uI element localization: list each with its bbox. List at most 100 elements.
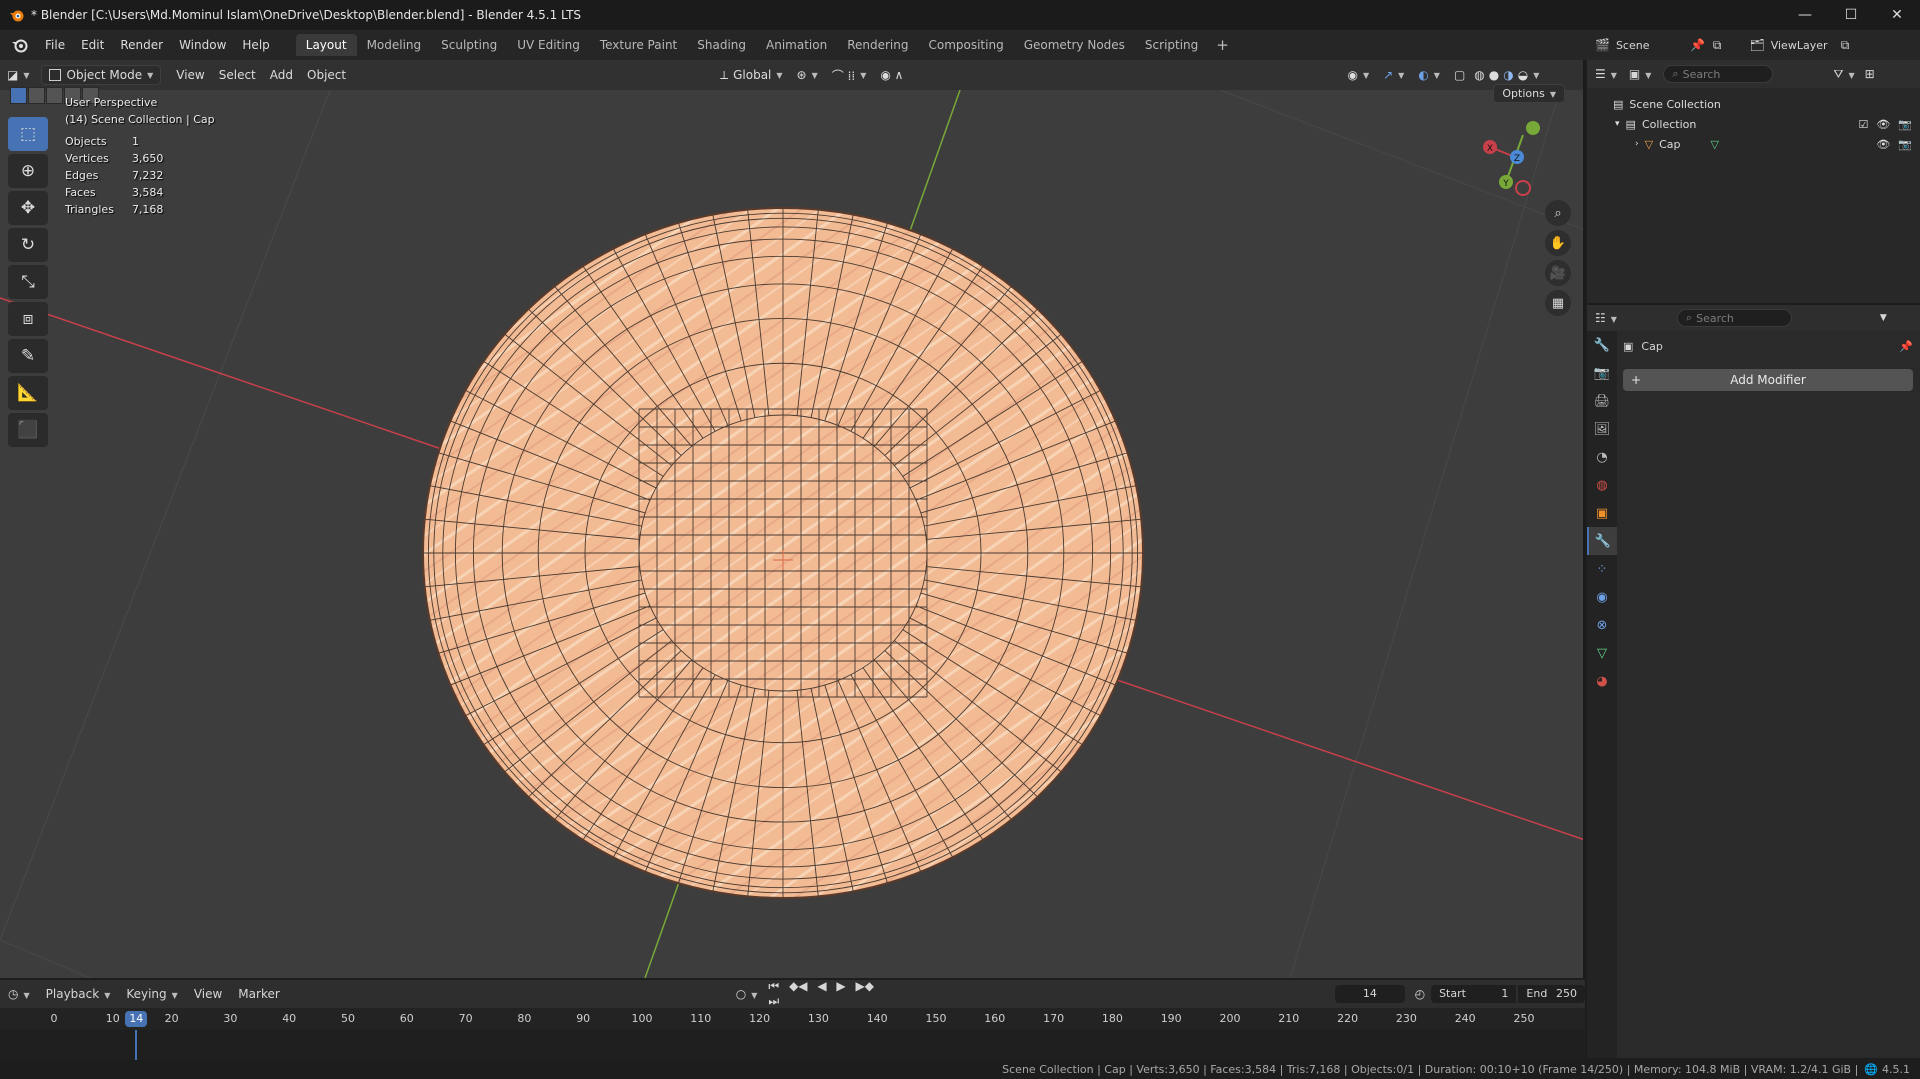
viewport-scene[interactable]: [0, 60, 1585, 978]
snap-icon[interactable]: ⌒ ⁞⁞ ▼: [825, 65, 874, 85]
rendered-shading-icon[interactable]: ◒ ▼: [1516, 65, 1542, 85]
solid-shading-icon[interactable]: ●: [1487, 65, 1501, 85]
prev-keyframe-icon[interactable]: ◆◀: [786, 979, 810, 993]
exclude-checkbox[interactable]: ☑: [1858, 118, 1868, 131]
current-frame-field[interactable]: 14: [1335, 985, 1405, 1003]
timeline-view-menu[interactable]: View: [186, 987, 230, 1001]
outliner-row-scene-collection[interactable]: ▤ Scene Collection: [1587, 94, 1920, 114]
object-tab-icon[interactable]: ▣: [1587, 499, 1617, 527]
camera-view-icon[interactable]: 🎥: [1545, 260, 1571, 286]
properties-editor-type-icon[interactable]: ☷ ▼: [1595, 311, 1617, 325]
display-mode-icon[interactable]: ▣ ▼: [1629, 67, 1652, 81]
outliner-editor-type-icon[interactable]: ☰ ▼: [1595, 67, 1617, 81]
tab-shading[interactable]: Shading: [687, 34, 756, 56]
output-tab-icon[interactable]: 🖨: [1587, 387, 1617, 415]
pin-scene-icon[interactable]: 📌: [1690, 38, 1705, 52]
mode-dropdown[interactable]: Object Mode ▼: [40, 65, 162, 85]
outliner-row-cap[interactable]: › ▽ Cap ▽ 👁 📷: [1587, 134, 1920, 154]
auto-keying-icon[interactable]: ○ ▼: [728, 987, 766, 1001]
visibility-eye-icon[interactable]: 👁: [1876, 118, 1890, 131]
tab-layout[interactable]: Layout: [295, 34, 357, 56]
start-frame-field[interactable]: Start 1: [1431, 985, 1517, 1003]
visibility-icon[interactable]: ◉ ▼: [1340, 65, 1376, 85]
add-workspace-button[interactable]: +: [1208, 36, 1237, 54]
material-shading-icon[interactable]: ◑: [1501, 65, 1515, 85]
filter-icon[interactable]: ⛛ ▼: [1833, 67, 1854, 82]
tab-animation[interactable]: Animation: [756, 34, 837, 56]
proportional-edit-icon[interactable]: ◉ ∧: [873, 65, 910, 85]
close-button[interactable]: ✕: [1874, 0, 1920, 30]
select-box-tool-icon[interactable]: ⬚: [8, 117, 48, 151]
editor-type-icon[interactable]: ◪ ▼: [0, 65, 37, 85]
menu-window[interactable]: Window: [171, 38, 234, 52]
tab-modeling[interactable]: Modeling: [357, 34, 432, 56]
mesh-data-icon[interactable]: ▽: [1710, 138, 1718, 151]
transform-tool-icon[interactable]: ⧈: [8, 302, 48, 336]
new-collection-icon[interactable]: ⊞: [1865, 67, 1875, 81]
preview-range-icon[interactable]: ◴: [1415, 987, 1425, 1001]
marker-menu[interactable]: Marker: [230, 987, 287, 1001]
scene-name[interactable]: Scene: [1616, 39, 1686, 52]
gizmo-toggle-icon[interactable]: ↗ ▼: [1376, 65, 1411, 85]
end-frame-field[interactable]: End 250: [1518, 985, 1585, 1003]
object-menu[interactable]: Object: [300, 65, 353, 85]
playhead[interactable]: [135, 1030, 138, 1060]
select-extend-icon[interactable]: [28, 87, 45, 104]
outliner-row-collection[interactable]: ▾ ▤ Collection ☑ 👁 📷: [1587, 114, 1920, 134]
expand-chevron-icon[interactable]: ▾: [1615, 119, 1620, 129]
tab-sculpting[interactable]: Sculpting: [431, 34, 507, 56]
ortho-toggle-icon[interactable]: ▦: [1545, 290, 1571, 316]
zoom-icon[interactable]: ⌕: [1545, 200, 1571, 226]
transform-orientation-dropdown[interactable]: ⟂ Global ▼: [713, 65, 789, 85]
minimize-button[interactable]: —: [1782, 0, 1828, 30]
play-icon[interactable]: ▶: [833, 979, 848, 993]
view-layer-tab-icon[interactable]: 🖼: [1587, 415, 1617, 443]
measure-tool-icon[interactable]: 📐: [8, 376, 48, 410]
timeline-track[interactable]: [0, 1030, 1585, 1060]
render-camera-icon[interactable]: 📷: [1898, 118, 1912, 131]
new-scene-icon[interactable]: ⧉: [1713, 38, 1722, 53]
keying-menu[interactable]: Keying ▼: [118, 987, 185, 1001]
scene-tab-icon[interactable]: ◔: [1587, 443, 1617, 471]
pan-hand-icon[interactable]: ✋: [1545, 230, 1571, 256]
tool-settings-tab-icon[interactable]: 🔧: [1587, 331, 1617, 359]
render-camera-icon[interactable]: 📷: [1898, 138, 1912, 151]
navigation-gizmo[interactable]: X Z Y: [1475, 120, 1555, 200]
jump-end-icon[interactable]: ⏭: [765, 994, 782, 1008]
physics-tab-icon[interactable]: ◉: [1587, 583, 1617, 611]
blender-menu-icon[interactable]: [11, 36, 29, 54]
properties-search-input[interactable]: ⌕ Search: [1676, 309, 1792, 327]
menu-edit[interactable]: Edit: [73, 38, 112, 52]
add-cube-tool-icon[interactable]: ⬛: [8, 413, 48, 447]
pin-icon[interactable]: 📌: [1899, 340, 1913, 353]
material-tab-icon[interactable]: ◕: [1587, 667, 1617, 695]
select-subtract-icon[interactable]: [46, 87, 63, 104]
next-keyframe-icon[interactable]: ▶◆: [852, 979, 876, 993]
playback-menu[interactable]: Playback ▼: [38, 987, 119, 1001]
add-modifier-button[interactable]: + Add Modifier: [1623, 369, 1913, 391]
jump-start-icon[interactable]: ⏮: [765, 979, 782, 993]
world-tab-icon[interactable]: ◍: [1587, 471, 1617, 499]
data-tab-icon[interactable]: ▽: [1587, 639, 1617, 667]
view-layer-name[interactable]: ViewLayer: [1771, 39, 1831, 52]
menu-help[interactable]: Help: [234, 38, 277, 52]
pivot-point-icon[interactable]: ⊛ ▼: [790, 65, 825, 85]
render-tab-icon[interactable]: 📷: [1587, 359, 1617, 387]
new-view-layer-icon[interactable]: ⧉: [1841, 38, 1850, 53]
rotate-tool-icon[interactable]: ↻: [8, 228, 48, 262]
options-dropdown[interactable]: Options ▼: [1493, 84, 1565, 103]
timeline-editor-type-icon[interactable]: ◷ ▼: [0, 987, 38, 1001]
xray-icon[interactable]: ▢: [1447, 65, 1472, 85]
3d-viewport[interactable]: ◪ ▼ Object Mode ▼ View Select Add Object ⟂…: [0, 60, 1585, 978]
annotate-tool-icon[interactable]: ✎: [8, 339, 48, 373]
axis-gizmo-icon[interactable]: X Z Y: [1475, 120, 1555, 200]
menu-render[interactable]: Render: [112, 38, 171, 52]
wireframe-shading-icon[interactable]: ◍: [1472, 65, 1486, 85]
play-reverse-icon[interactable]: ◀: [814, 979, 829, 993]
tab-texture-paint[interactable]: Texture Paint: [590, 34, 687, 56]
current-frame-badge[interactable]: 14: [125, 1011, 148, 1027]
view-menu[interactable]: View: [169, 65, 211, 85]
tab-rendering[interactable]: Rendering: [837, 34, 918, 56]
cursor-tool-icon[interactable]: ⊕: [8, 154, 48, 188]
properties-options-icon[interactable]: ▼: [1880, 313, 1887, 323]
